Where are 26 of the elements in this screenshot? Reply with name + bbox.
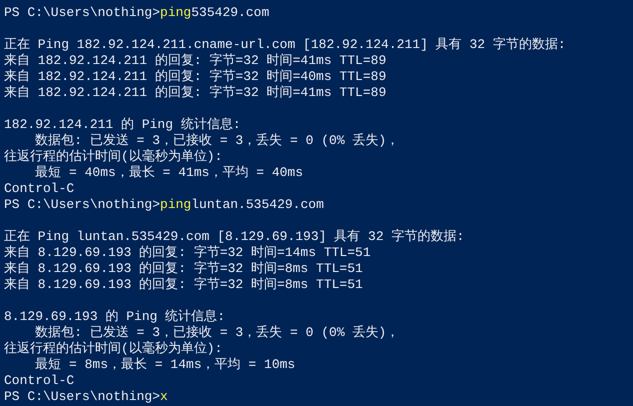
command-text: x (160, 389, 168, 404)
output-line: 正在 Ping 182.92.124.211.cname-url.com [182.92.124.211] 具有 32 字节的数据: (4, 37, 566, 52)
prompt-text: PS C:\Users\nothing> (4, 389, 160, 404)
output-line: 正在 Ping luntan.535429.com [8.129.69.193] 具有 32 字节的数据: (4, 229, 464, 244)
command-text: ping (160, 5, 192, 20)
prompt-text: PS C:\Users\nothing> (4, 5, 160, 20)
output-line: 最短 = 40ms，最长 = 41ms，平均 = 40ms (34, 165, 304, 180)
output-line: 往返行程的估计时间(以毫秒为单位): (4, 341, 222, 356)
prompt-text: PS C:\Users\nothing> (4, 197, 160, 212)
output-line: 来自 182.92.124.211 的回复: 字节=32 时间=41ms TTL=89 (4, 53, 386, 68)
argument-text: 535429.com (191, 5, 270, 20)
argument-text: luntan.535429.com (191, 197, 324, 212)
output-line: 来自 8.129.69.193 的回复: 字节=32 时间=8ms TTL=51 (4, 277, 363, 292)
output-line: 来自 8.129.69.193 的回复: 字节=32 时间=8ms TTL=51 (4, 261, 363, 276)
output-line: 数据包: 已发送 = 3，已接收 = 3，丢失 = 0 (0% 丢失)， (34, 133, 400, 148)
output-line: 8.129.69.193 的 Ping 统计信息: (4, 309, 226, 324)
command-text: ping (160, 197, 192, 212)
output-line: 来自 182.92.124.211 的回复: 字节=32 时间=41ms TTL=89 (4, 85, 386, 100)
output-line: 数据包: 已发送 = 3，已接收 = 3，丢失 = 0 (0% 丢失)， (34, 325, 400, 340)
output-line: 182.92.124.211 的 Ping 统计信息: (4, 117, 241, 132)
output-line: 来自 182.92.124.211 的回复: 字节=32 时间=40ms TTL=89 (4, 69, 386, 84)
output-line: 来自 8.129.69.193 的回复: 字节=32 时间=14ms TTL=51 (4, 245, 371, 260)
output-line: Control-C (4, 373, 74, 388)
output-line: 往返行程的估计时间(以毫秒为单位): (4, 149, 222, 164)
output-line: 最短 = 8ms，最长 = 14ms，平均 = 10ms (34, 357, 296, 372)
output-line: Control-C (4, 181, 74, 196)
